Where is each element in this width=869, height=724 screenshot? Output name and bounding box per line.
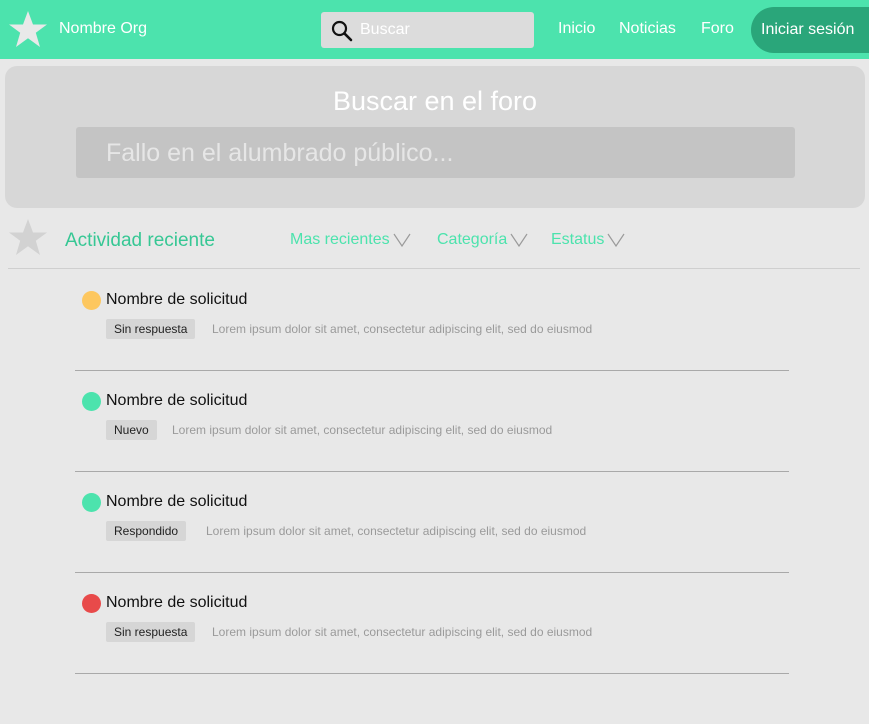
header-search-placeholder: Buscar <box>360 21 410 38</box>
forum-search-input[interactable]: Fallo en el alumbrado público... <box>76 127 795 178</box>
chevron-down-icon <box>607 233 625 247</box>
request-list-item[interactable]: Nombre de solicitud Sin respuesta Lorem … <box>75 573 789 674</box>
nav-link-foro[interactable]: Foro <box>701 20 734 38</box>
forum-search-placeholder: Fallo en el alumbrado público... <box>106 139 454 167</box>
request-description: Lorem ipsum dolor sit amet, consectetur … <box>212 625 593 639</box>
request-description: Lorem ipsum dolor sit amet, consectetur … <box>212 322 593 336</box>
forum-search-title: Buscar en el foro <box>332 86 538 116</box>
status-dot <box>82 493 101 512</box>
status-badge: Nuevo <box>106 420 157 440</box>
request-list-item[interactable]: Nombre de solicitud Sin respuesta Lorem … <box>75 270 789 371</box>
request-title[interactable]: Nombre de solicitud <box>106 594 247 612</box>
nav-link-noticias[interactable]: Noticias <box>619 20 676 38</box>
filter-category-dropdown[interactable]: Categoría <box>437 231 528 249</box>
recent-activity-title: Actividad reciente <box>65 230 215 251</box>
request-description: Lorem ipsum dolor sit amet, consectetur … <box>172 423 553 437</box>
status-badge: Respondido <box>106 521 187 541</box>
request-title[interactable]: Nombre de solicitud <box>106 493 247 511</box>
logo-star-icon[interactable] <box>9 11 47 47</box>
status-dot <box>82 291 101 310</box>
activity-star-icon <box>9 219 47 255</box>
status-badge: Sin respuesta <box>106 319 196 339</box>
search-icon <box>331 20 353 42</box>
forum-search-panel: Buscar en el foro Fallo en el alumbrado … <box>5 66 865 208</box>
chevron-down-icon <box>393 233 411 247</box>
filter-label: Categoría <box>437 231 508 248</box>
request-title[interactable]: Nombre de solicitud <box>106 392 247 410</box>
divider <box>8 268 860 269</box>
status-badge: Sin respuesta <box>106 622 196 642</box>
filter-label: Estatus <box>551 231 605 248</box>
request-title[interactable]: Nombre de solicitud <box>106 291 247 309</box>
header-search-input[interactable]: Buscar <box>321 12 534 48</box>
org-name[interactable]: Nombre Org <box>59 20 147 38</box>
login-button[interactable]: Iniciar sesión <box>751 7 869 53</box>
chevron-down-icon <box>510 233 528 247</box>
status-dot <box>82 594 101 613</box>
filter-most-recent-dropdown[interactable]: Mas recientes <box>290 231 411 249</box>
request-list-item[interactable]: Nombre de solicitud Nuevo Lorem ipsum do… <box>75 371 789 472</box>
divider <box>75 673 789 674</box>
top-navbar: Nombre Org Buscar Inicio Noticias Foro I… <box>0 0 869 59</box>
request-list-item[interactable]: Nombre de solicitud Respondido Lorem ips… <box>75 472 789 573</box>
status-dot <box>82 392 101 411</box>
nav-link-inicio[interactable]: Inicio <box>558 20 595 38</box>
filter-label: Mas recientes <box>290 231 390 248</box>
filter-status-dropdown[interactable]: Estatus <box>551 231 625 249</box>
request-description: Lorem ipsum dolor sit amet, consectetur … <box>206 524 587 538</box>
